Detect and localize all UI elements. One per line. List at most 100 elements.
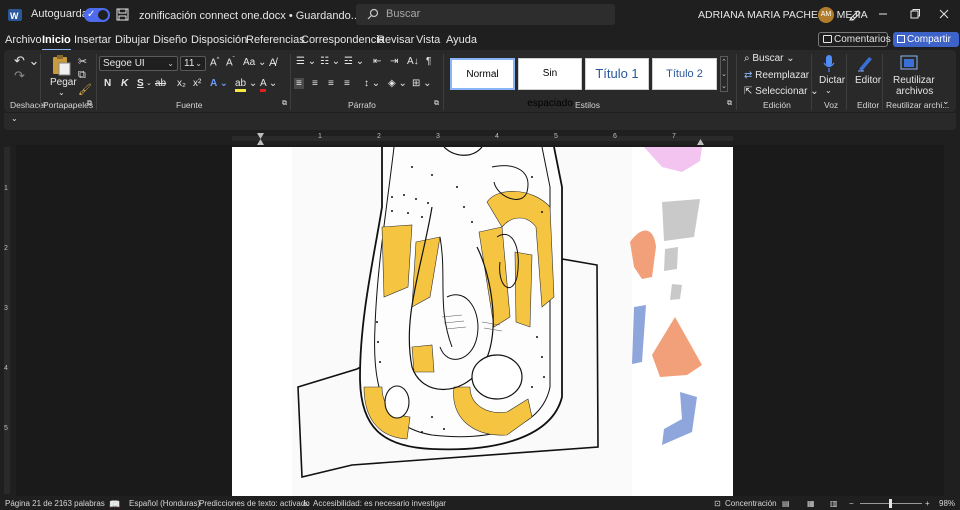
align-left-icon[interactable]: ≡ xyxy=(294,78,304,89)
focus-icon[interactable]: ⊡ xyxy=(714,499,721,508)
tab-archivo[interactable]: Archivo xyxy=(5,34,42,46)
editor-label[interactable]: Editor xyxy=(855,75,881,86)
accessibility-icon[interactable]: ♿ xyxy=(302,499,309,508)
copy-icon[interactable]: ⧉ xyxy=(78,69,86,82)
paste-icon[interactable] xyxy=(51,54,71,76)
shading-icon[interactable]: ◈ ⌄ xyxy=(388,78,407,89)
read-mode-icon[interactable]: ▤ xyxy=(782,499,790,508)
font-color-icon[interactable]: A ⌄ xyxy=(260,78,277,92)
tab-correspondencia[interactable]: Correspondencia xyxy=(301,34,385,46)
style-normal[interactable]: Normal xyxy=(450,58,515,90)
shrink-font-icon[interactable]: Aˇ xyxy=(226,57,235,68)
bold-button[interactable]: N xyxy=(104,78,111,89)
tab-insertar[interactable]: Insertar xyxy=(74,34,111,46)
select-button[interactable]: ⇱ Seleccionar ⌄ xyxy=(744,86,819,97)
user-name[interactable]: ADRIANA MARIA PACHECO MEJIA xyxy=(698,9,868,21)
paste-label[interactable]: Pegar xyxy=(50,77,77,88)
vertical-scrollbar[interactable] xyxy=(946,145,960,496)
zoning-plan-image[interactable] xyxy=(232,147,733,496)
document-title[interactable]: zonificación connect one.docx • Guardand… xyxy=(139,9,372,22)
zoom-level[interactable]: 98% xyxy=(939,499,955,508)
accessibility-status[interactable]: Accesibilidad: es necesario investigar xyxy=(313,499,446,508)
proofing-icon[interactable]: 📖 xyxy=(109,499,120,510)
font-size-combo[interactable]: 11 ⌄ xyxy=(180,56,206,71)
editor-icon[interactable] xyxy=(856,54,874,72)
close-icon[interactable] xyxy=(938,8,950,20)
replace-button[interactable]: ⇄ Reemplazar xyxy=(744,70,809,81)
tab-referencias[interactable]: Referencias xyxy=(246,34,305,46)
collapse-ribbon-icon[interactable]: ⌄ xyxy=(942,96,950,107)
format-painter-icon[interactable]: 🖌 xyxy=(78,83,92,96)
strikethrough-button[interactable]: ab xyxy=(155,78,166,89)
autosave-toggle[interactable]: ✓ xyxy=(84,8,110,22)
reuse-label-2[interactable]: archivos xyxy=(896,86,933,97)
dialog-launcher-icon[interactable]: ⧉ xyxy=(434,100,439,108)
bullets-icon[interactable]: ☰ ⌄ xyxy=(296,56,316,67)
decrease-indent-icon[interactable]: ⇤ xyxy=(373,56,381,67)
align-right-icon[interactable]: ≡ xyxy=(328,78,334,89)
find-button[interactable]: ⌕ Buscar ⌄ xyxy=(744,53,795,64)
language[interactable]: Español (Honduras) xyxy=(129,499,200,508)
tab-dibujar[interactable]: Dibujar xyxy=(115,34,150,46)
share-button[interactable]: Compartir ⌄ xyxy=(893,32,959,60)
dialog-launcher-icon[interactable]: ⧉ xyxy=(282,100,287,108)
dictate-label[interactable]: Dictar xyxy=(819,75,845,86)
justify-icon[interactable]: ≡ xyxy=(344,78,350,89)
tab-revisar[interactable]: Revisar xyxy=(377,34,414,46)
avatar[interactable]: AM xyxy=(818,7,834,23)
align-center-icon[interactable]: ≡ xyxy=(312,78,318,89)
reuse-label[interactable]: Reutilizar xyxy=(893,75,935,86)
pilcrow-icon[interactable]: ¶ xyxy=(426,56,431,67)
style-heading-1[interactable]: Título 1 xyxy=(585,58,649,90)
minimize-icon[interactable] xyxy=(877,8,889,20)
change-case-icon[interactable]: Aa ⌄ xyxy=(243,57,266,68)
numbering-icon[interactable]: ☷ ⌄ xyxy=(320,56,340,67)
chevron-down-icon[interactable]: ⌄ xyxy=(146,79,152,87)
chevron-down-icon[interactable]: ⌄ xyxy=(825,86,832,95)
clear-formatting-icon[interactable]: A̸ xyxy=(269,57,276,69)
customize-quick-access-icon[interactable]: ⌄ xyxy=(11,114,18,123)
comments-button[interactable]: Comentarios xyxy=(818,32,891,47)
zoom-in-icon[interactable]: + xyxy=(925,499,930,508)
save-icon[interactable] xyxy=(116,8,129,21)
zoom-out-icon[interactable]: − xyxy=(849,499,854,508)
redo-icon[interactable]: ↷ xyxy=(14,68,25,84)
chevron-down-icon[interactable]: ⌄ xyxy=(58,88,65,97)
pen-icon[interactable] xyxy=(848,7,862,21)
document-page[interactable] xyxy=(232,147,733,496)
text-predictions[interactable]: Predicciones de texto: activado xyxy=(199,499,310,508)
superscript-button[interactable]: x² xyxy=(193,78,201,89)
zoom-slider-thumb[interactable] xyxy=(889,499,892,508)
style-no-spacing[interactable]: Sin espaciado xyxy=(518,58,582,109)
search-box[interactable]: Buscar xyxy=(356,4,615,25)
subscript-button[interactable]: x₂ xyxy=(177,78,186,89)
line-spacing-icon[interactable]: ↕ ⌄ xyxy=(364,78,380,89)
font-name-combo[interactable]: Segoe UI ⌄ xyxy=(99,56,178,71)
undo-icon[interactable]: ↶ ⌄ xyxy=(14,53,39,69)
styles-scroll[interactable]: ⌃ ⌄ ⌄ xyxy=(720,56,728,92)
web-layout-icon[interactable]: ▥ xyxy=(830,499,838,508)
highlight-icon[interactable]: ab ⌄ xyxy=(235,78,257,92)
reuse-files-icon[interactable] xyxy=(899,54,919,72)
microphone-icon[interactable] xyxy=(822,54,836,74)
increase-indent-icon[interactable]: ⇥ xyxy=(390,56,398,67)
text-effects-icon[interactable]: A ⌄ xyxy=(210,78,228,89)
tab-disposicion[interactable]: Disposición xyxy=(191,34,247,46)
sort-icon[interactable]: A↓ xyxy=(407,56,419,67)
page-indicator[interactable]: Página 21 de 21 xyxy=(5,499,63,508)
tab-inicio[interactable]: Inicio xyxy=(42,34,71,51)
dialog-launcher-icon[interactable]: ⧉ xyxy=(87,100,92,108)
word-count[interactable]: 63 palabras xyxy=(63,499,105,508)
maximize-icon[interactable] xyxy=(909,8,921,20)
borders-icon[interactable]: ⊞ ⌄ xyxy=(412,78,432,89)
focus-mode[interactable]: Concentración xyxy=(725,499,777,508)
multilevel-list-icon[interactable]: ☲ ⌄ xyxy=(344,56,364,67)
tab-diseno[interactable]: Diseño xyxy=(153,34,187,46)
tab-vista[interactable]: Vista xyxy=(416,34,440,46)
underline-button[interactable]: S xyxy=(137,78,144,89)
cut-icon[interactable]: ✂ xyxy=(78,55,87,68)
dialog-launcher-icon[interactable]: ⧉ xyxy=(727,100,732,108)
style-heading-2[interactable]: Título 2 xyxy=(652,58,717,90)
print-layout-icon[interactable]: ▦ xyxy=(807,499,815,508)
grow-font-icon[interactable]: A^ xyxy=(210,57,220,68)
